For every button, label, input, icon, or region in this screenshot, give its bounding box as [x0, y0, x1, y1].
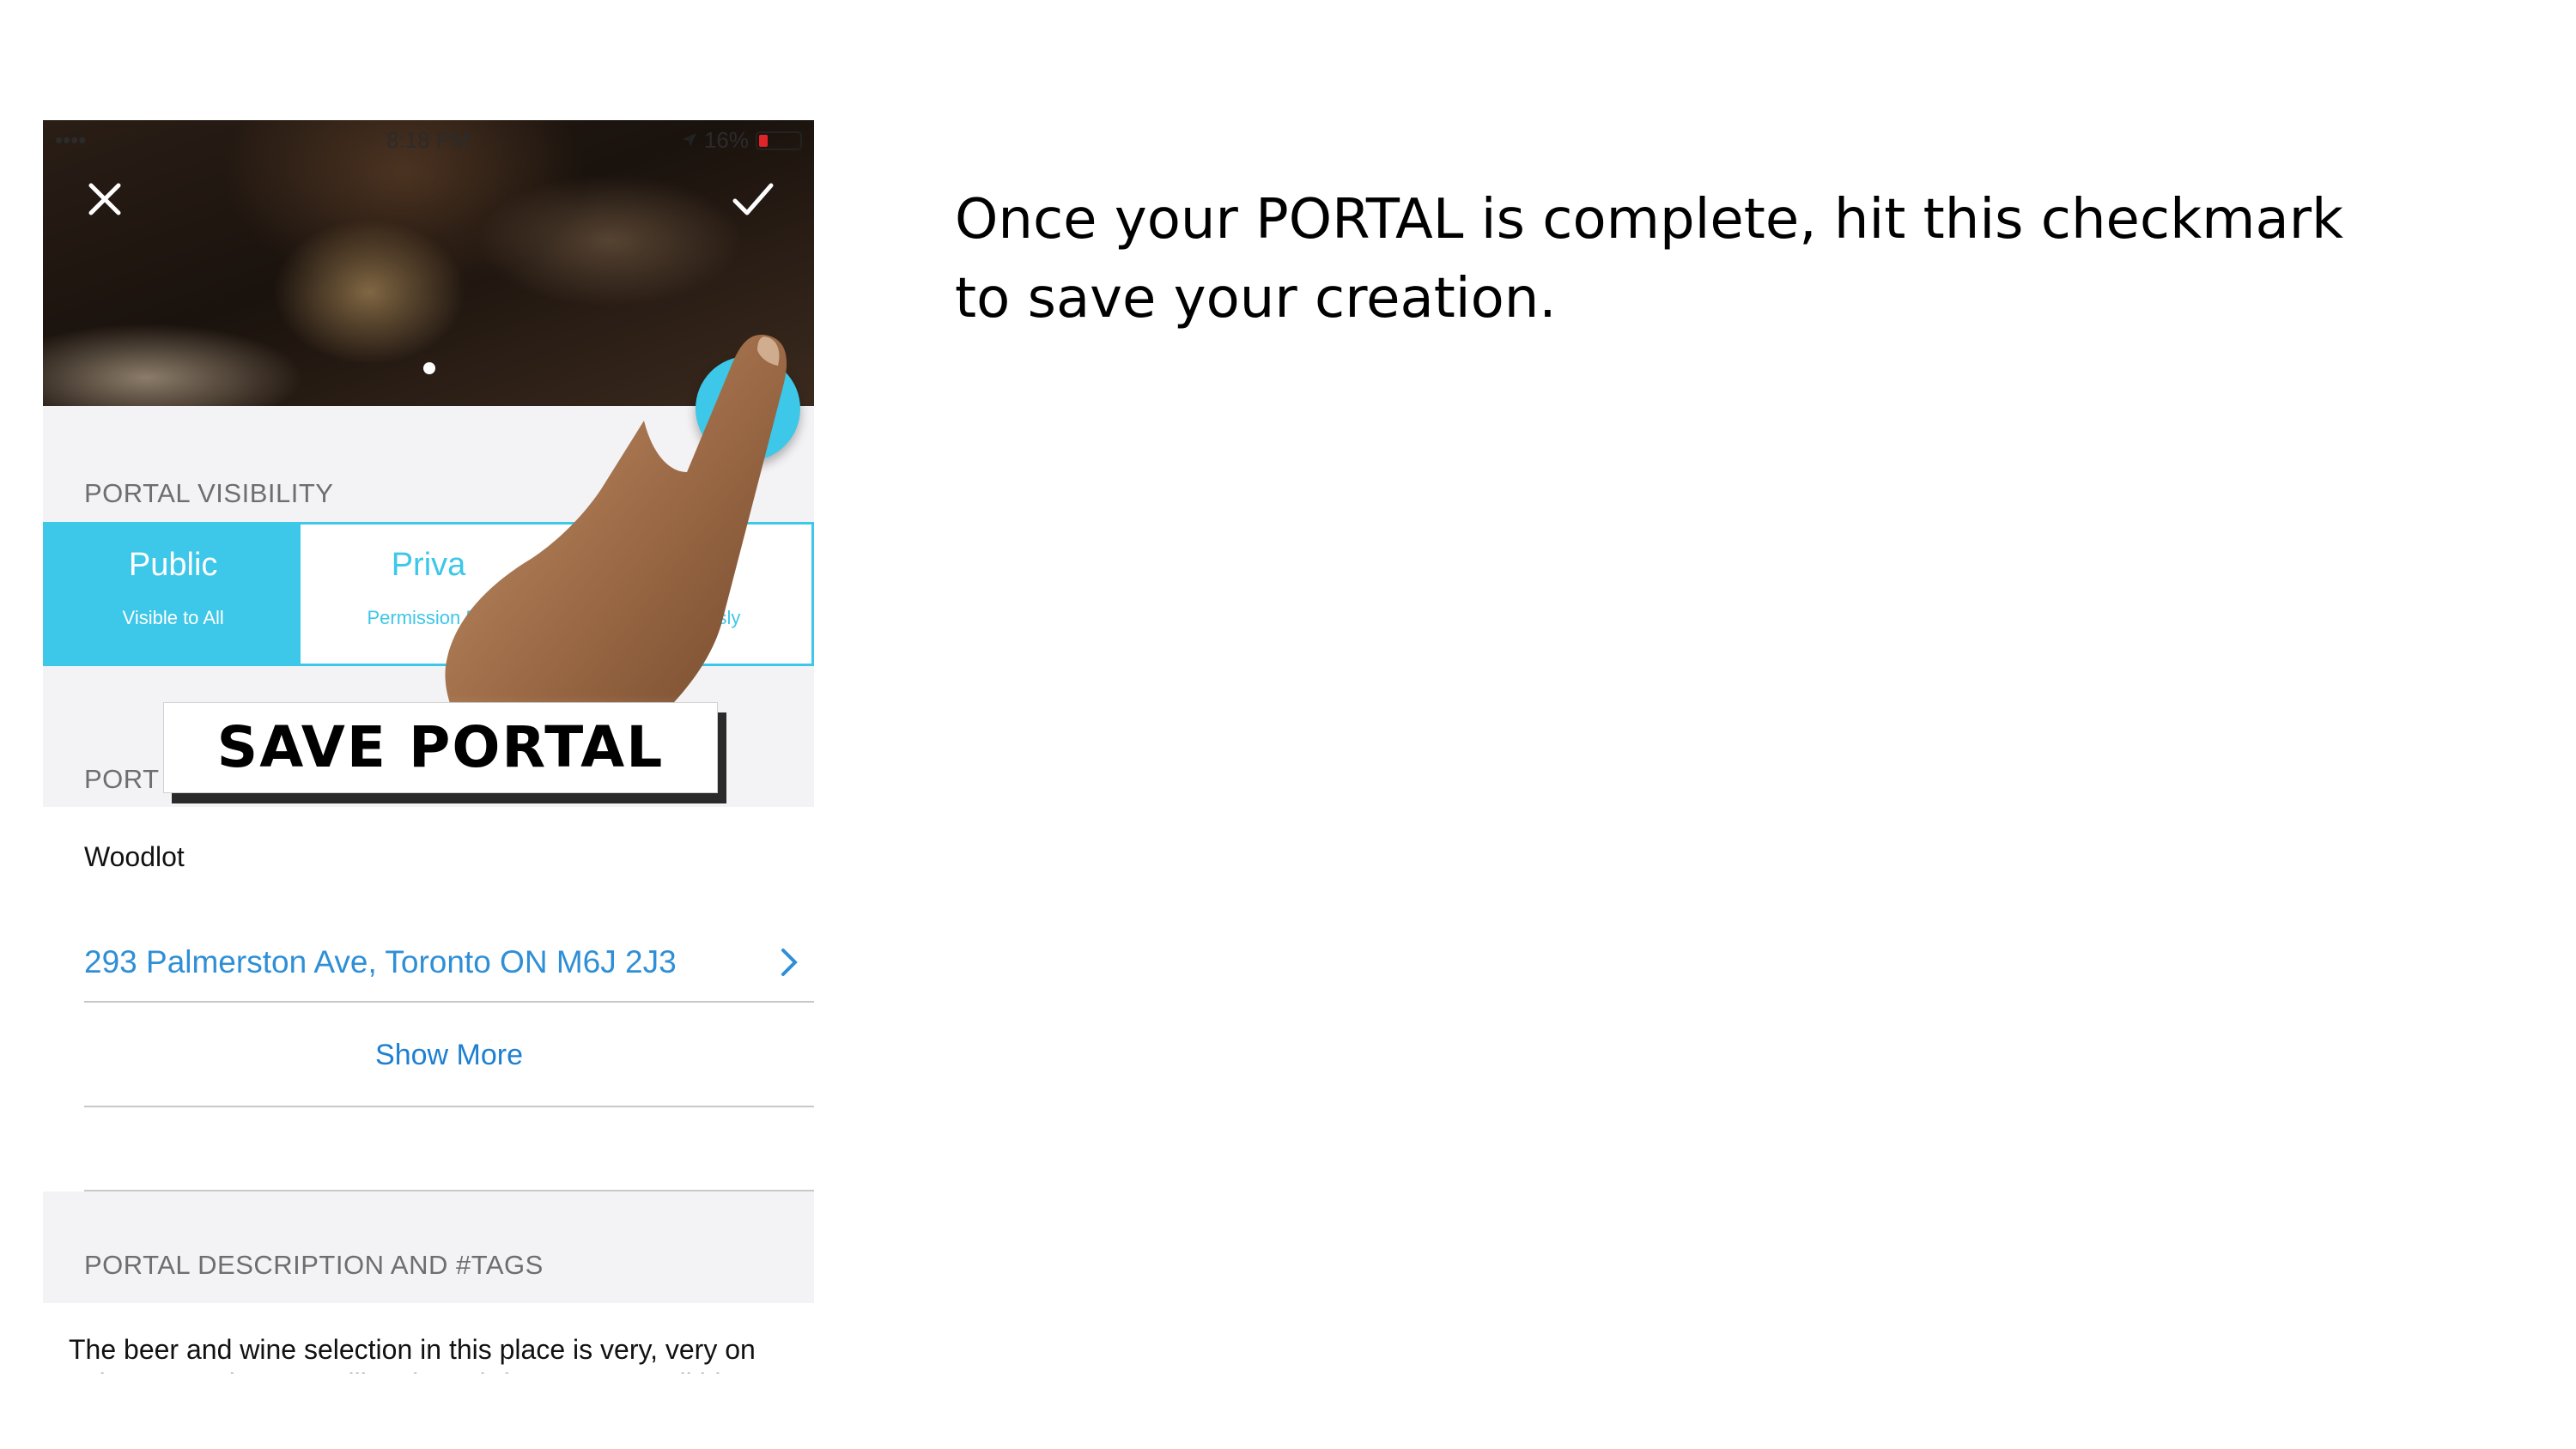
status-time: 8:18 PM — [386, 127, 470, 153]
location-name-row[interactable]: Woodlot — [84, 807, 814, 908]
phone-screenshot: •••• 8:18 PM 16% PORTAL VISIBILITY Publi… — [43, 120, 814, 1373]
battery-indicator: 16% — [682, 127, 802, 154]
battery-icon — [756, 130, 802, 150]
photo-page-indicator[interactable] — [423, 362, 435, 374]
option-title: gnito — [648, 547, 720, 583]
option-subtitle: Anonymously — [627, 607, 741, 628]
location-arrow-icon — [682, 127, 697, 154]
status-bar: •••• 8:18 PM 16% — [43, 120, 814, 158]
option-title: Public — [128, 547, 218, 583]
close-icon — [88, 183, 121, 215]
chevron-right-icon — [780, 948, 799, 985]
option-title: Priva — [391, 547, 466, 583]
option-subtitle: Permission Re — [367, 607, 490, 628]
description-text[interactable]: The beer and wine selection in this plac… — [69, 1332, 807, 1373]
visibility-option-public[interactable]: Public Visible to All — [46, 524, 301, 664]
show-more-label: Show More — [375, 1039, 523, 1071]
add-photo-button[interactable] — [696, 356, 800, 461]
camera-add-icon — [724, 390, 772, 428]
show-more-button[interactable]: Show More — [84, 1013, 814, 1095]
save-portal-label: SAVE PORTAL — [163, 702, 718, 793]
carrier-signal: •••• — [55, 127, 87, 153]
instruction-callout: Once your PORTAL is complete, hit this c… — [955, 188, 2344, 330]
description-header: PORTAL DESCRIPTION AND #TAGS — [43, 1191, 814, 1303]
address-text: 293 Palmerston Ave, Toronto ON M6J 2J3 — [84, 944, 677, 979]
visibility-option-incognito[interactable]: gnito Anonymously — [556, 524, 811, 664]
address-row[interactable]: 293 Palmerston Ave, Toronto ON M6J 2J3 — [84, 908, 814, 1011]
checkmark-icon — [732, 183, 774, 215]
close-button[interactable] — [82, 177, 127, 221]
visibility-segmented-control: Public Visible to All Priva Permission R… — [43, 522, 814, 666]
save-checkmark-button[interactable] — [728, 177, 776, 221]
location-section-label: PORT — [84, 764, 160, 794]
divider — [84, 1106, 814, 1107]
visibility-option-private[interactable]: Priva Permission Re — [301, 524, 556, 664]
option-subtitle: Visible to All — [122, 607, 224, 628]
description-section-label: PORTAL DESCRIPTION AND #TAGS — [84, 1250, 544, 1280]
location-name: Woodlot — [84, 841, 185, 872]
battery-percent: 16% — [703, 127, 749, 153]
visibility-section-label: PORTAL VISIBILITY — [84, 478, 334, 508]
